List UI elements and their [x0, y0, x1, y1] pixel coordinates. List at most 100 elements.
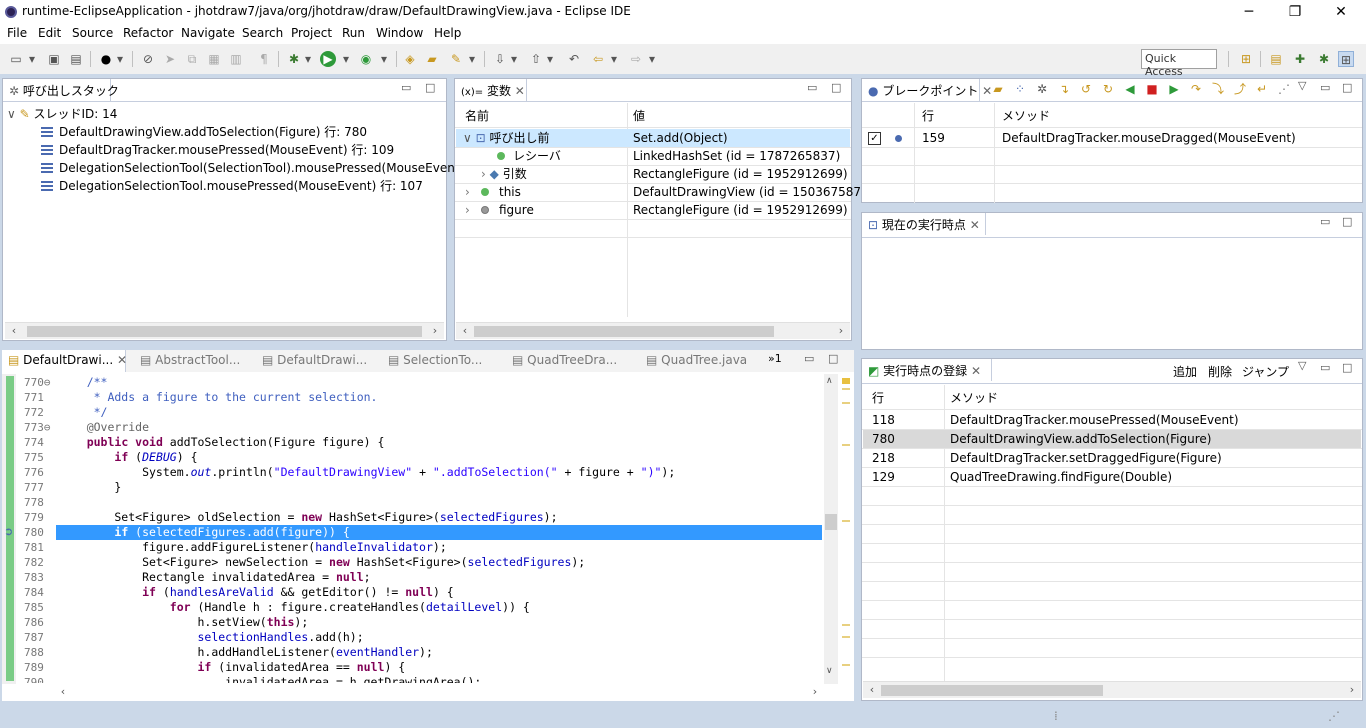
add-button[interactable]: 追加 [1173, 363, 1197, 380]
minimize-icon[interactable]: ▭ [1320, 361, 1330, 374]
code-line[interactable]: 777 } [2, 480, 822, 495]
chevron-down-icon[interactable]: ▾ [304, 51, 312, 67]
chevron-down-icon[interactable]: ▾ [28, 51, 36, 67]
variable-row[interactable]: ∨ ⊡ 呼び出し前 [463, 129, 550, 147]
code-line[interactable]: 784 if (handlesAreValid && getEditor() !… [2, 585, 822, 600]
step-over-icon[interactable]: ↷ [1188, 81, 1204, 97]
scroll-thumb[interactable] [27, 326, 422, 337]
code-line[interactable]: 782 Set<Figure> newSelection = new HashS… [2, 555, 822, 570]
prev-annotation-icon[interactable]: ⇧ [528, 51, 544, 67]
horizontal-scrollbar[interactable]: ‹ › [5, 322, 444, 339]
menu-navigate[interactable]: Navigate [181, 26, 235, 40]
maximize-icon[interactable]: □ [1342, 361, 1352, 374]
step-out-icon[interactable]: ⤴ [1232, 81, 1248, 97]
code-line[interactable]: 774 public void addToSelection(Figure fi… [2, 435, 822, 450]
chevron-down-icon[interactable]: ▾ [610, 51, 618, 67]
view-menu-icon[interactable]: ▽ [1298, 359, 1306, 372]
menu-edit[interactable]: Edit [38, 26, 61, 40]
horizontal-scrollbar[interactable]: ‹ › [863, 681, 1361, 698]
variable-row[interactable]: › this [465, 183, 521, 201]
save-icon[interactable]: ▣ [46, 51, 62, 67]
chevron-down-icon[interactable]: ▾ [468, 51, 476, 67]
drop-frame-icon[interactable]: ↵ [1254, 81, 1270, 97]
reverse-resume-icon[interactable]: ◀ [1122, 81, 1138, 97]
minimize-icon[interactable]: ▭ [804, 352, 814, 365]
chevron-down-icon[interactable]: ▾ [510, 51, 518, 67]
menu-project[interactable]: Project [291, 26, 332, 40]
forward-resume-icon[interactable]: ▶ [1166, 81, 1182, 97]
code-line[interactable]: 770⊖ /** [2, 375, 822, 390]
scroll-left-icon[interactable]: ‹ [458, 324, 472, 338]
chevron-down-icon[interactable]: ▾ [342, 51, 350, 67]
save-all-icon[interactable]: ▤ [68, 51, 84, 67]
scroll-left-icon[interactable]: ‹ [865, 683, 879, 697]
horizontal-scrollbar[interactable]: ‹ › [38, 684, 824, 701]
debug-perspective-icon[interactable]: ✱ [1316, 51, 1332, 67]
code-line[interactable]: 772 */ [2, 405, 822, 420]
point-method[interactable]: DefaultDragTracker.mousePressed(MouseEve… [950, 411, 1239, 429]
open-folder-icon[interactable]: ▰ [424, 51, 440, 67]
code-line[interactable]: 771 * Adds a figure to the current selec… [2, 390, 822, 405]
menu-refactor[interactable]: Refactor [123, 26, 173, 40]
code-line[interactable]: 783 Rectangle invalidatedArea = null; [2, 570, 822, 585]
point-line[interactable]: 780 [872, 430, 895, 448]
menu-source[interactable]: Source [72, 26, 113, 40]
more-icon[interactable]: ⋰ [1276, 81, 1292, 97]
col-line-header[interactable]: 行 [872, 389, 884, 407]
code-line[interactable]: 773⊖ @Override [2, 420, 822, 435]
chevron-down-icon[interactable]: ▾ [380, 51, 388, 67]
step-return-icon[interactable]: ↺ [1078, 81, 1094, 97]
java-perspective-icon[interactable]: ▤ [1268, 51, 1284, 67]
thread-node[interactable]: ∨ ✎ スレッドID: 14 [7, 105, 117, 123]
maximize-icon[interactable]: □ [425, 81, 435, 94]
expand-arrow-icon[interactable]: › [465, 185, 470, 199]
code-line[interactable]: 788 h.addHandleListener(eventHandler); [2, 645, 822, 660]
chevron-down-icon[interactable]: ▾ [648, 51, 656, 67]
maximize-icon[interactable]: □ [1342, 215, 1352, 228]
tab-editor[interactable]: ▤ QuadTree.java [640, 350, 753, 372]
scroll-left-icon[interactable]: ‹ [7, 324, 21, 338]
point-method[interactable]: DefaultDrawingView.addToSelection(Figure… [950, 430, 1211, 448]
breakpoint-row[interactable]: ✓ [868, 129, 902, 147]
skip-breakpoints-icon[interactable]: ⊘ [140, 51, 156, 67]
code-line[interactable]: 775 if (DEBUG) { [2, 450, 822, 465]
code-line[interactable]: 786 h.setView(this); [2, 615, 822, 630]
close-icon[interactable]: ✕ [117, 353, 127, 367]
minimize-icon[interactable]: ▭ [401, 81, 411, 94]
quick-access-input[interactable]: Quick Access [1141, 49, 1217, 78]
scroll-thumb[interactable] [474, 326, 774, 337]
horizontal-scrollbar[interactable]: ‹ › [456, 322, 850, 339]
tab-editor[interactable]: ▤ DefaultDrawi... [256, 350, 373, 372]
maximize-icon[interactable]: □ [831, 81, 841, 94]
delete-button[interactable]: 削除 [1208, 363, 1232, 380]
tab-current-point[interactable]: ⊡ 現在の実行時点 ✕ [862, 213, 986, 235]
code-line[interactable]: 780 if (selectedFigures.add(figure)) { [2, 525, 822, 540]
expand-arrow-icon[interactable]: › [481, 167, 486, 181]
group-icon[interactable]: ⁘ [1012, 81, 1028, 97]
menu-run[interactable]: Run [342, 26, 365, 40]
run-icon[interactable]: ▶ [320, 51, 336, 67]
stop-icon[interactable]: ■ [1144, 81, 1160, 97]
step-into-icon[interactable]: ↴ [1056, 81, 1072, 97]
variable-row[interactable]: › figure [465, 201, 534, 219]
minimize-icon[interactable]: ▭ [807, 81, 817, 94]
scroll-right-icon[interactable]: › [428, 324, 442, 338]
expand-arrow-icon[interactable]: ∨ [463, 131, 472, 145]
tab-registered-points[interactable]: ◩ 実行時点の登録 ✕ [862, 359, 992, 381]
jump-button[interactable]: ジャンプ [1242, 363, 1289, 380]
variable-row[interactable]: › ◆ 引数 [481, 165, 527, 183]
open-icon[interactable]: ▰ [990, 81, 1006, 97]
col-value-header[interactable]: 値 [633, 107, 645, 125]
tab-breakpoints[interactable]: ● ブレークポイント ✕ [862, 79, 992, 101]
close-icon[interactable]: ✕ [971, 364, 981, 378]
new-icon[interactable]: ▭ [8, 51, 24, 67]
menu-search[interactable]: Search [242, 26, 283, 40]
tab-editor[interactable]: ▤ SelectionTo... [382, 350, 488, 372]
code-line[interactable]: 778 [2, 495, 822, 510]
point-line[interactable]: 218 [872, 449, 895, 467]
next-annotation-icon[interactable]: ⇩ [492, 51, 508, 67]
open-type-icon[interactable]: ◈ [402, 51, 418, 67]
col-name-header[interactable]: 名前 [465, 107, 489, 125]
menu-help[interactable]: Help [434, 26, 461, 40]
view-menu-icon[interactable]: ▽ [1298, 79, 1306, 92]
